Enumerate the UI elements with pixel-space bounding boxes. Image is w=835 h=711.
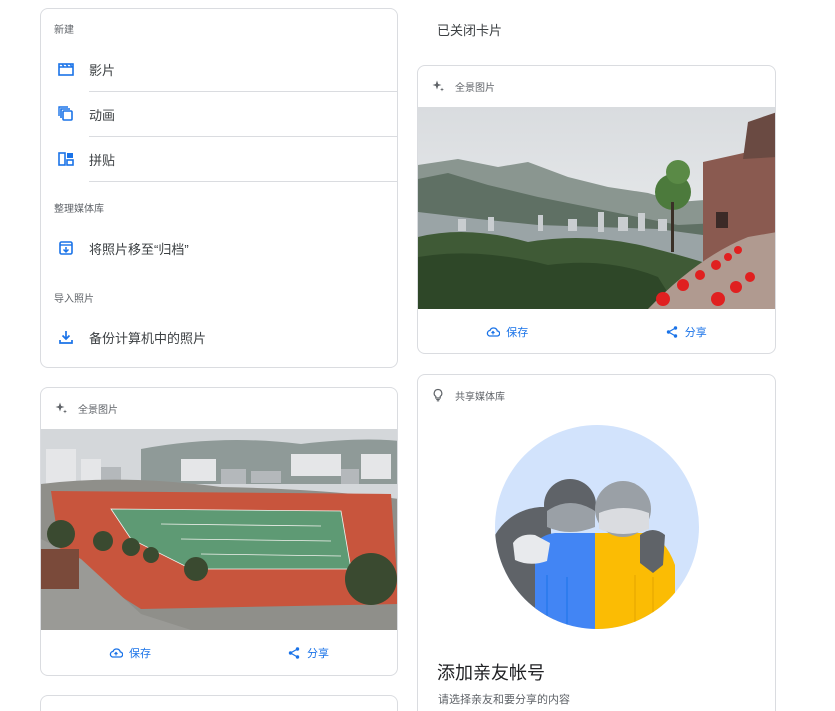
share-icon [665, 325, 679, 339]
closed-cards-label[interactable]: 已关闭卡片 [437, 20, 502, 39]
share-label: 分享 [307, 648, 329, 660]
card-title: 全景图片 [78, 404, 118, 416]
shared-library-card[interactable]: 共享媒体库 添加亲友帐号 请选择亲友和要分享的内容 [417, 374, 776, 711]
archive-icon [56, 238, 76, 258]
movie-icon [56, 59, 76, 79]
share-label: 分享 [684, 327, 707, 339]
card-header: 全景图片 [41, 388, 397, 428]
share-icon [287, 646, 301, 660]
card-actions: 保存 分享 [418, 310, 776, 353]
panorama-card: 全景图片 保存 分享 [417, 65, 776, 354]
shared-library-heading: 添加亲友帐号 [437, 663, 545, 683]
create-card: 新建 影片 动画 拼贴 整理媒体库 将照片移至“归档” 导入照片 备份计算机中的… [40, 8, 398, 368]
sparkle-icon [431, 79, 445, 93]
card-header: 共享媒体库 [418, 375, 775, 415]
card-actions: 保存 分享 [41, 631, 397, 675]
save-label: 保存 [129, 648, 151, 660]
download-icon [56, 327, 76, 347]
menu-item-movie-label: 影片 [89, 62, 116, 78]
divider [89, 181, 397, 182]
panorama-card: 全景图片 保存 分享 [40, 387, 398, 676]
menu-item-backup-label: 备份计算机中的照片 [89, 330, 207, 346]
section-label-organize: 整理媒体库 [54, 204, 104, 215]
people-illustration [495, 425, 699, 629]
lightbulb-icon [431, 388, 445, 402]
collage-icon [56, 149, 76, 169]
save-button[interactable]: 保存 [41, 631, 219, 675]
menu-item-animation[interactable]: 动画 [41, 92, 397, 136]
card-title: 共享媒体库 [455, 391, 505, 403]
menu-item-movie[interactable]: 影片 [41, 47, 397, 91]
animation-icon [56, 104, 76, 124]
card-title: 全景图片 [455, 82, 495, 94]
partial-card [40, 695, 398, 711]
section-label-import: 导入照片 [54, 294, 94, 305]
shared-library-description: 请选择亲友和要分享的内容 [438, 694, 570, 706]
panorama-photo[interactable] [41, 429, 397, 630]
sparkle-icon [54, 401, 68, 415]
save-label: 保存 [506, 327, 529, 339]
panorama-photo[interactable] [418, 107, 775, 309]
section-label-new: 新建 [54, 25, 74, 36]
share-button[interactable]: 分享 [219, 631, 397, 675]
menu-item-archive-label: 将照片移至“归档” [89, 241, 189, 257]
menu-item-animation-label: 动画 [89, 107, 116, 123]
menu-item-backup[interactable]: 备份计算机中的照片 [41, 315, 397, 359]
menu-item-archive[interactable]: 将照片移至“归档” [41, 226, 397, 270]
cloud-upload-icon [109, 646, 123, 660]
save-button[interactable]: 保存 [418, 310, 597, 353]
menu-item-collage[interactable]: 拼贴 [41, 137, 397, 181]
cloud-upload-icon [486, 325, 501, 339]
menu-item-collage-label: 拼贴 [89, 152, 116, 168]
share-button[interactable]: 分享 [597, 310, 776, 353]
card-header: 全景图片 [418, 66, 775, 106]
